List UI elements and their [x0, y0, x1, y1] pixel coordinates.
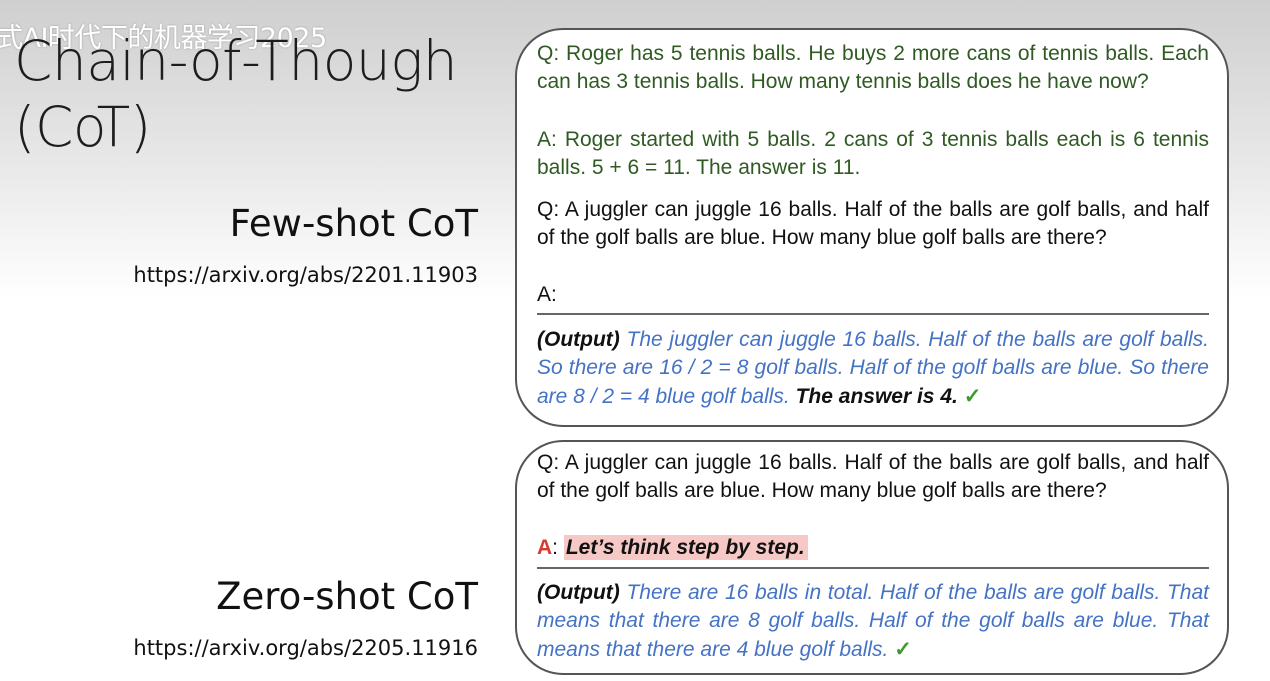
- zero-shot-divider: [537, 567, 1209, 569]
- check-icon: ✓: [963, 384, 982, 408]
- zero-shot-answer-prompt: A: Let’s think step by step.: [537, 534, 1209, 562]
- check-icon: ✓: [894, 637, 912, 661]
- slide-title-line2: (CoT): [14, 95, 151, 159]
- few-shot-question: Q: A juggler can juggle 16 balls. Half o…: [537, 198, 1209, 250]
- few-shot-example-question: Q: Roger has 5 tennis balls. He buys 2 m…: [537, 42, 1209, 94]
- zero-shot-question: Q: A juggler can juggle 16 balls. Half o…: [537, 451, 1209, 503]
- zero-shot-output-label: (Output): [537, 581, 620, 604]
- few-shot-output-label: (Output): [537, 328, 620, 351]
- few-shot-answer-prompt: A:: [537, 283, 557, 306]
- zero-shot-think-prompt: Let’s think step by step.: [563, 535, 808, 560]
- zero-shot-answer-prefix: A: [537, 536, 553, 559]
- few-shot-divider: [537, 313, 1209, 315]
- zero-shot-url[interactable]: https://arxiv.org/abs/2205.11916: [133, 636, 478, 660]
- few-shot-example-answer: A: Roger started with 5 balls. 2 cans of…: [537, 128, 1209, 180]
- few-shot-answer-text: The answer is 4.: [795, 384, 958, 408]
- slide-title-line1: Chain-of-Though: [14, 29, 458, 93]
- zero-shot-label: Zero-shot CoT: [216, 575, 478, 618]
- zero-shot-answer-colon: :: [552, 536, 559, 559]
- few-shot-url[interactable]: https://arxiv.org/abs/2201.11903: [133, 263, 478, 287]
- few-shot-label: Few-shot CoT: [229, 202, 478, 245]
- zero-shot-output: (Output) There are 16 balls in total. Ha…: [537, 579, 1209, 664]
- slide-title: Chain-of-Though (CoT): [14, 28, 458, 160]
- few-shot-output: (Output) The juggler can juggle 16 balls…: [537, 326, 1209, 411]
- zero-shot-output-text: There are 16 balls in total. Half of the…: [537, 581, 1209, 661]
